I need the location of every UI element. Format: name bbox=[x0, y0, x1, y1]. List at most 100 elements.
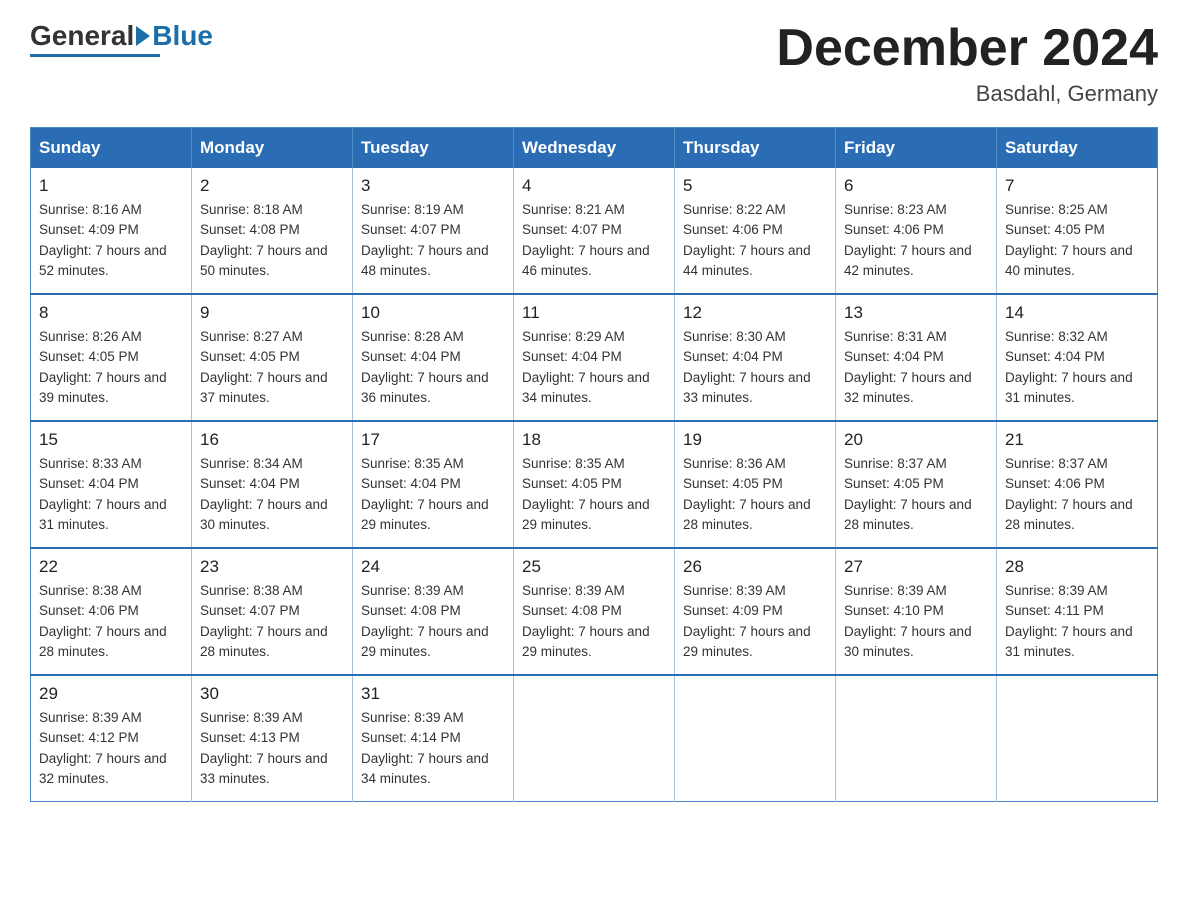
day-number: 1 bbox=[39, 176, 183, 196]
calendar-cell bbox=[514, 675, 675, 802]
calendar-cell: 10Sunrise: 8:28 AMSunset: 4:04 PMDayligh… bbox=[353, 294, 514, 421]
day-info: Sunrise: 8:16 AMSunset: 4:09 PMDaylight:… bbox=[39, 200, 183, 281]
calendar-week-row: 8Sunrise: 8:26 AMSunset: 4:05 PMDaylight… bbox=[31, 294, 1158, 421]
day-number: 22 bbox=[39, 557, 183, 577]
day-number: 13 bbox=[844, 303, 988, 323]
calendar-cell: 16 Sunrise: 8:34 AMSunset: 4:04 PMDayligh… bbox=[192, 421, 353, 548]
calendar-cell: 24Sunrise: 8:39 AMSunset: 4:08 PMDayligh… bbox=[353, 548, 514, 675]
location-label: Basdahl, Germany bbox=[776, 81, 1158, 107]
day-info: Sunrise: 8:23 AMSunset: 4:06 PMDaylight:… bbox=[844, 200, 988, 281]
calendar-cell: 17 Sunrise: 8:35 AMSunset: 4:04 PMDayligh… bbox=[353, 421, 514, 548]
day-number: 7 bbox=[1005, 176, 1149, 196]
calendar-cell: 15 Sunrise: 8:33 AMSunset: 4:04 PMDayligh… bbox=[31, 421, 192, 548]
day-number: 29 bbox=[39, 684, 183, 704]
calendar-cell bbox=[997, 675, 1158, 802]
day-info: Sunrise: 8:35 AMSunset: 4:05 PMDaylight:… bbox=[522, 454, 666, 535]
day-info: Sunrise: 8:37 AMSunset: 4:05 PMDaylight:… bbox=[844, 454, 988, 535]
day-info: Sunrise: 8:39 AMSunset: 4:08 PMDaylight:… bbox=[361, 581, 505, 662]
day-number: 16 bbox=[200, 430, 344, 450]
calendar-cell: 3 Sunrise: 8:19 AMSunset: 4:07 PMDaylight… bbox=[353, 168, 514, 294]
day-info: Sunrise: 8:39 AMSunset: 4:09 PMDaylight:… bbox=[683, 581, 827, 662]
weekday-header-friday: Friday bbox=[836, 128, 997, 169]
calendar-cell: 28Sunrise: 8:39 AMSunset: 4:11 PMDayligh… bbox=[997, 548, 1158, 675]
day-number: 19 bbox=[683, 430, 827, 450]
day-info: Sunrise: 8:19 AMSunset: 4:07 PMDaylight:… bbox=[361, 200, 505, 281]
weekday-header-tuesday: Tuesday bbox=[353, 128, 514, 169]
day-number: 5 bbox=[683, 176, 827, 196]
day-number: 18 bbox=[522, 430, 666, 450]
calendar-cell: 6 Sunrise: 8:23 AMSunset: 4:06 PMDaylight… bbox=[836, 168, 997, 294]
weekday-header-wednesday: Wednesday bbox=[514, 128, 675, 169]
weekday-header-monday: Monday bbox=[192, 128, 353, 169]
day-number: 2 bbox=[200, 176, 344, 196]
day-info: Sunrise: 8:22 AMSunset: 4:06 PMDaylight:… bbox=[683, 200, 827, 281]
logo: General Blue bbox=[30, 20, 213, 57]
day-info: Sunrise: 8:39 AMSunset: 4:13 PMDaylight:… bbox=[200, 708, 344, 789]
day-info: Sunrise: 8:38 AMSunset: 4:06 PMDaylight:… bbox=[39, 581, 183, 662]
calendar-cell: 4 Sunrise: 8:21 AMSunset: 4:07 PMDaylight… bbox=[514, 168, 675, 294]
calendar-cell: 21Sunrise: 8:37 AMSunset: 4:06 PMDayligh… bbox=[997, 421, 1158, 548]
calendar-week-row: 15 Sunrise: 8:33 AMSunset: 4:04 PMDayligh… bbox=[31, 421, 1158, 548]
day-number: 3 bbox=[361, 176, 505, 196]
page-header: General Blue December 2024 Basdahl, Germ… bbox=[30, 20, 1158, 107]
day-info: Sunrise: 8:29 AMSunset: 4:04 PMDaylight:… bbox=[522, 327, 666, 408]
calendar-cell: 26Sunrise: 8:39 AMSunset: 4:09 PMDayligh… bbox=[675, 548, 836, 675]
calendar-cell: 18 Sunrise: 8:35 AMSunset: 4:05 PMDayligh… bbox=[514, 421, 675, 548]
calendar-cell: 23Sunrise: 8:38 AMSunset: 4:07 PMDayligh… bbox=[192, 548, 353, 675]
day-number: 30 bbox=[200, 684, 344, 704]
day-number: 11 bbox=[522, 303, 666, 323]
logo-underline bbox=[30, 54, 160, 57]
weekday-header-sunday: Sunday bbox=[31, 128, 192, 169]
calendar-week-row: 1 Sunrise: 8:16 AMSunset: 4:09 PMDaylight… bbox=[31, 168, 1158, 294]
calendar-week-row: 22 Sunrise: 8:38 AMSunset: 4:06 PMDayligh… bbox=[31, 548, 1158, 675]
day-info: Sunrise: 8:18 AMSunset: 4:08 PMDaylight:… bbox=[200, 200, 344, 281]
calendar-cell: 1 Sunrise: 8:16 AMSunset: 4:09 PMDaylight… bbox=[31, 168, 192, 294]
day-info: Sunrise: 8:33 AMSunset: 4:04 PMDaylight:… bbox=[39, 454, 183, 535]
day-info: Sunrise: 8:30 AMSunset: 4:04 PMDaylight:… bbox=[683, 327, 827, 408]
day-number: 15 bbox=[39, 430, 183, 450]
calendar-cell: 9 Sunrise: 8:27 AMSunset: 4:05 PMDaylight… bbox=[192, 294, 353, 421]
day-info: Sunrise: 8:34 AMSunset: 4:04 PMDaylight:… bbox=[200, 454, 344, 535]
calendar-cell: 30 Sunrise: 8:39 AMSunset: 4:13 PMDayligh… bbox=[192, 675, 353, 802]
calendar-cell: 31Sunrise: 8:39 AMSunset: 4:14 PMDayligh… bbox=[353, 675, 514, 802]
day-info: Sunrise: 8:39 AMSunset: 4:14 PMDaylight:… bbox=[361, 708, 505, 789]
calendar-cell: 5 Sunrise: 8:22 AMSunset: 4:06 PMDaylight… bbox=[675, 168, 836, 294]
logo-general-text: General bbox=[30, 20, 134, 52]
day-number: 20 bbox=[844, 430, 988, 450]
day-info: Sunrise: 8:35 AMSunset: 4:04 PMDaylight:… bbox=[361, 454, 505, 535]
day-info: Sunrise: 8:25 AMSunset: 4:05 PMDaylight:… bbox=[1005, 200, 1149, 281]
day-info: Sunrise: 8:39 AMSunset: 4:08 PMDaylight:… bbox=[522, 581, 666, 662]
day-number: 4 bbox=[522, 176, 666, 196]
weekday-header-row: SundayMondayTuesdayWednesdayThursdayFrid… bbox=[31, 128, 1158, 169]
day-info: Sunrise: 8:37 AMSunset: 4:06 PMDaylight:… bbox=[1005, 454, 1149, 535]
calendar-cell: 22 Sunrise: 8:38 AMSunset: 4:06 PMDayligh… bbox=[31, 548, 192, 675]
weekday-header-saturday: Saturday bbox=[997, 128, 1158, 169]
day-number: 12 bbox=[683, 303, 827, 323]
calendar-table: SundayMondayTuesdayWednesdayThursdayFrid… bbox=[30, 127, 1158, 802]
day-number: 9 bbox=[200, 303, 344, 323]
calendar-cell: 13 Sunrise: 8:31 AMSunset: 4:04 PMDayligh… bbox=[836, 294, 997, 421]
calendar-cell: 14Sunrise: 8:32 AMSunset: 4:04 PMDayligh… bbox=[997, 294, 1158, 421]
calendar-cell: 12 Sunrise: 8:30 AMSunset: 4:04 PMDayligh… bbox=[675, 294, 836, 421]
day-info: Sunrise: 8:31 AMSunset: 4:04 PMDaylight:… bbox=[844, 327, 988, 408]
day-info: Sunrise: 8:27 AMSunset: 4:05 PMDaylight:… bbox=[200, 327, 344, 408]
calendar-cell bbox=[675, 675, 836, 802]
day-number: 10 bbox=[361, 303, 505, 323]
calendar-cell: 2 Sunrise: 8:18 AMSunset: 4:08 PMDaylight… bbox=[192, 168, 353, 294]
calendar-cell: 20 Sunrise: 8:37 AMSunset: 4:05 PMDayligh… bbox=[836, 421, 997, 548]
day-number: 14 bbox=[1005, 303, 1149, 323]
day-info: Sunrise: 8:39 AMSunset: 4:11 PMDaylight:… bbox=[1005, 581, 1149, 662]
calendar-cell bbox=[836, 675, 997, 802]
day-info: Sunrise: 8:21 AMSunset: 4:07 PMDaylight:… bbox=[522, 200, 666, 281]
day-info: Sunrise: 8:38 AMSunset: 4:07 PMDaylight:… bbox=[200, 581, 344, 662]
title-block: December 2024 Basdahl, Germany bbox=[776, 20, 1158, 107]
calendar-cell: 27Sunrise: 8:39 AMSunset: 4:10 PMDayligh… bbox=[836, 548, 997, 675]
day-number: 17 bbox=[361, 430, 505, 450]
logo-triangle-icon bbox=[136, 26, 150, 46]
calendar-cell: 25 Sunrise: 8:39 AMSunset: 4:08 PMDayligh… bbox=[514, 548, 675, 675]
calendar-week-row: 29Sunrise: 8:39 AMSunset: 4:12 PMDayligh… bbox=[31, 675, 1158, 802]
day-number: 25 bbox=[522, 557, 666, 577]
month-title: December 2024 bbox=[776, 20, 1158, 77]
logo-blue-text: Blue bbox=[152, 20, 213, 52]
day-number: 6 bbox=[844, 176, 988, 196]
